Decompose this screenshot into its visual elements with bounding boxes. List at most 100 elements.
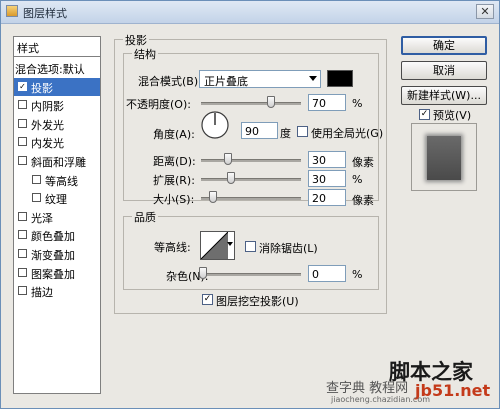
preview-label: 预览(V)	[433, 109, 472, 122]
noise-slider-thumb[interactable]	[199, 267, 207, 279]
style-list-checkbox[interactable]	[18, 211, 27, 221]
contour-curve-icon	[201, 232, 228, 259]
knockout-label: 图层挖空投影(U)	[216, 295, 299, 308]
opacity-value: 70	[312, 97, 326, 110]
ok-button[interactable]: 确定	[401, 36, 487, 55]
noise-input[interactable]: 0	[308, 265, 346, 282]
layer-style-dialog: 图层样式 ✕ 样式 混合选项:默认 ✓ 投影 内阴影外发光内发光斜面和浮雕等高线纹理光…	[0, 0, 500, 409]
preview-checkbox[interactable]: ✓	[419, 109, 430, 120]
style-list-item[interactable]: 光泽	[14, 208, 100, 226]
size-slider-thumb[interactable]	[209, 191, 217, 203]
style-list-item-label: 外发光	[31, 118, 64, 132]
style-list-checkbox[interactable]	[18, 286, 27, 296]
style-list-checkbox[interactable]	[18, 156, 27, 165]
distance-slider[interactable]	[201, 153, 301, 165]
spread-label: 扩展(R):	[153, 174, 195, 187]
style-list-checkbox[interactable]	[32, 193, 41, 203]
noise-slider[interactable]	[199, 267, 301, 279]
style-list-checkbox[interactable]	[18, 230, 27, 240]
shadow-color-swatch[interactable]	[327, 70, 353, 87]
knockout-checkbox[interactable]: ✓	[202, 294, 213, 305]
style-list-item-label: 纹理	[45, 193, 67, 207]
style-list-item-label: 斜面和浮雕	[31, 156, 86, 169]
contour-label: 等高线:	[154, 241, 191, 254]
window-title: 图层样式	[23, 7, 67, 20]
spread-slider-thumb[interactable]	[227, 172, 235, 184]
watermark-sub-url: jiaocheng.chazidian.com	[331, 395, 431, 404]
chevron-down-icon	[309, 76, 317, 81]
style-list-checkbox[interactable]	[18, 249, 27, 258]
spread-value: 30	[312, 173, 326, 186]
distance-slider-thumb[interactable]	[224, 153, 232, 165]
style-list-item[interactable]: 内阴影	[14, 96, 100, 114]
style-preview	[411, 123, 477, 191]
close-button[interactable]: ✕	[476, 4, 494, 19]
opacity-input[interactable]: 70	[308, 94, 346, 111]
style-list-checkbox[interactable]	[18, 118, 27, 128]
style-list-header: 样式	[14, 37, 100, 57]
size-unit: 像素	[352, 194, 374, 207]
opacity-slider[interactable]	[201, 96, 301, 108]
distance-input[interactable]: 30	[308, 151, 346, 168]
preview-swatch	[427, 136, 461, 180]
size-input[interactable]: 20	[308, 189, 346, 206]
distance-label: 距离(D):	[153, 155, 196, 168]
antialias-checkbox[interactable]	[245, 241, 256, 252]
style-list-item[interactable]: 外发光	[14, 115, 100, 133]
style-list-header-label: 样式	[17, 42, 39, 55]
cancel-button[interactable]: 取消	[401, 61, 487, 80]
style-list-item[interactable]: 图案叠加	[14, 264, 100, 282]
distance-value: 30	[312, 154, 326, 167]
style-list-item-label: 光泽	[31, 211, 53, 225]
title-bar: 图层样式 ✕	[1, 1, 499, 24]
structure-title: 结构	[132, 46, 158, 62]
spread-input[interactable]: 30	[308, 170, 346, 187]
close-icon: ✕	[480, 5, 490, 18]
blend-mode-select[interactable]: 正片叠底	[199, 70, 321, 88]
size-slider[interactable]	[201, 191, 301, 203]
global-light-checkbox[interactable]	[297, 126, 308, 137]
angle-unit: 度	[280, 127, 291, 140]
style-list-item[interactable]: 纹理	[14, 189, 100, 207]
style-list-item-label: 描边	[31, 286, 53, 300]
style-list-item-label: 图案叠加	[31, 267, 75, 281]
style-list-item[interactable]: 内发光	[14, 133, 100, 151]
blend-mode-label: 混合模式(B):	[138, 75, 202, 88]
angle-label: 角度(A):	[153, 128, 195, 141]
dropshadow-group: 投影 结构 混合模式(B): 正片叠底 不透明度(O): 70 % 角度(A):	[114, 32, 387, 314]
noise-value: 0	[312, 268, 319, 281]
angle-value: 90	[245, 125, 259, 138]
style-list-checkbox[interactable]	[18, 267, 27, 277]
opacity-slider-thumb[interactable]	[267, 96, 275, 108]
style-list-checkbox[interactable]: ✓	[18, 81, 27, 91]
distance-unit: 像素	[352, 156, 374, 169]
opacity-label: 不透明度(O):	[126, 98, 191, 111]
style-list-item-label: 内发光	[31, 137, 64, 151]
style-list-item[interactable]: 描边	[14, 282, 100, 300]
global-light-label: 使用全局光(G)	[311, 127, 384, 140]
angle-input[interactable]: 90	[241, 122, 278, 139]
spread-unit: %	[352, 173, 363, 186]
style-list-item[interactable]: 混合选项:默认	[14, 59, 100, 77]
style-list-checkbox[interactable]	[18, 100, 27, 110]
style-list-checkbox[interactable]	[18, 137, 27, 147]
contour-picker[interactable]	[200, 231, 235, 260]
style-list-item[interactable]: 斜面和浮雕	[14, 152, 100, 170]
angle-dial-icon	[201, 111, 229, 139]
style-list-item[interactable]: 颜色叠加	[14, 226, 100, 244]
blend-mode-value: 正片叠底	[204, 75, 248, 88]
quality-group: 品质 等高线: 消除锯齿(L) 杂色(N): 0 %	[123, 209, 379, 290]
antialias-label: 消除锯齿(L)	[259, 242, 318, 255]
spread-slider[interactable]	[201, 172, 301, 184]
chevron-down-icon	[227, 242, 233, 246]
style-list-item[interactable]: 渐变叠加	[14, 245, 100, 263]
noise-unit: %	[352, 268, 363, 281]
opacity-unit: %	[352, 97, 363, 110]
style-list-item-label: 颜色叠加	[31, 230, 75, 244]
angle-dial[interactable]	[200, 110, 230, 140]
style-list-item[interactable]: ✓ 投影	[14, 77, 100, 96]
style-list-checkbox[interactable]	[32, 174, 41, 184]
app-icon	[6, 5, 18, 17]
new-style-button[interactable]: 新建样式(W)...	[401, 86, 487, 105]
style-list-item[interactable]: 等高线	[14, 171, 100, 189]
